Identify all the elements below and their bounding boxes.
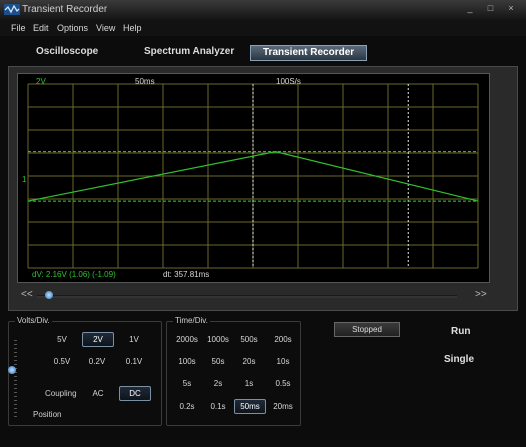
time-0.5s-button[interactable]: 0.5s xyxy=(268,377,298,390)
time-delta-readout: dt: 357.81ms xyxy=(163,270,210,279)
volts-0.1v-button[interactable]: 0.1V xyxy=(119,355,149,368)
position-label: Position xyxy=(33,410,62,419)
position-slider-thumb[interactable] xyxy=(8,366,16,374)
timeline-scroller: << >> xyxy=(17,289,488,303)
channel-marker: 1 xyxy=(22,175,27,184)
run-button[interactable]: Run xyxy=(451,326,470,337)
volts-0.5v-button[interactable]: 0.5V xyxy=(47,355,77,368)
waveform-plot xyxy=(27,83,479,269)
coupling-ac-button[interactable]: AC xyxy=(83,387,113,400)
window-title: Transient Recorder xyxy=(22,4,108,15)
time-10s-button[interactable]: 10s xyxy=(268,355,298,368)
scroll-right-button[interactable]: >> xyxy=(475,289,487,300)
scroll-left-button[interactable]: << xyxy=(21,289,33,300)
time-50ms-button[interactable]: 50ms xyxy=(234,399,266,414)
time-per-div-readout: 50ms xyxy=(135,77,155,86)
time-5s-button[interactable]: 5s xyxy=(172,377,202,390)
time-500s-button[interactable]: 500s xyxy=(234,333,264,346)
volts-5v-button[interactable]: 5V xyxy=(47,333,77,346)
time-200s-button[interactable]: 200s xyxy=(268,333,298,346)
time-100s-button[interactable]: 100s xyxy=(172,355,202,368)
menu-view[interactable]: View xyxy=(96,23,115,33)
tab-oscilloscope[interactable]: Oscilloscope xyxy=(36,46,98,60)
menu-bar: File Edit Options View Help xyxy=(0,20,526,36)
time-20s-button[interactable]: 20s xyxy=(234,355,264,368)
menu-edit[interactable]: Edit xyxy=(33,23,49,33)
voltage-delta-readout: dV: 2.16V (1.06) (-1.09) xyxy=(32,270,116,279)
single-button[interactable]: Single xyxy=(444,354,474,365)
time-2s-button[interactable]: 2s xyxy=(203,377,233,390)
minimize-icon[interactable]: _ xyxy=(461,3,479,13)
coupling-label: Coupling xyxy=(45,389,77,398)
volts-0.2v-button[interactable]: 0.2V xyxy=(82,355,112,368)
app-logo-icon xyxy=(4,4,20,15)
volts-div-title: Volts/Div. xyxy=(15,316,52,325)
time-1000s-button[interactable]: 1000s xyxy=(203,333,233,346)
acquisition-status: Stopped xyxy=(334,322,400,337)
position-slider-track[interactable] xyxy=(14,340,17,420)
menu-help[interactable]: Help xyxy=(123,23,142,33)
menu-options[interactable]: Options xyxy=(57,23,88,33)
close-icon[interactable]: × xyxy=(502,3,520,13)
time-50s-button[interactable]: 50s xyxy=(203,355,233,368)
time-20ms-button[interactable]: 20ms xyxy=(268,400,298,413)
tab-transient-recorder[interactable]: Transient Recorder xyxy=(250,45,368,61)
time-2000s-button[interactable]: 2000s xyxy=(172,333,202,346)
oscilloscope-display[interactable]: 2V 50ms 100S/s 1 dV: 2.16V (1.06) (-1.09… xyxy=(17,73,490,283)
volts-1v-button[interactable]: 1V xyxy=(119,333,149,346)
time-0.2s-button[interactable]: 0.2s xyxy=(172,400,202,413)
time-1s-button[interactable]: 1s xyxy=(234,377,264,390)
time-0.1s-button[interactable]: 0.1s xyxy=(203,400,233,413)
sample-rate-readout: 100S/s xyxy=(276,77,301,86)
title-bar: Transient Recorder _ □ × xyxy=(0,0,526,21)
maximize-icon[interactable]: □ xyxy=(481,3,499,13)
menu-file[interactable]: File xyxy=(11,23,26,33)
volts-per-div-readout: 2V xyxy=(36,77,46,86)
coupling-dc-button[interactable]: DC xyxy=(119,386,151,401)
timeline-track[interactable] xyxy=(37,295,457,298)
time-div-title: Time/Div. xyxy=(173,316,210,325)
volts-2v-button[interactable]: 2V xyxy=(82,332,114,347)
tab-spectrum-analyzer[interactable]: Spectrum Analyzer xyxy=(144,46,234,60)
